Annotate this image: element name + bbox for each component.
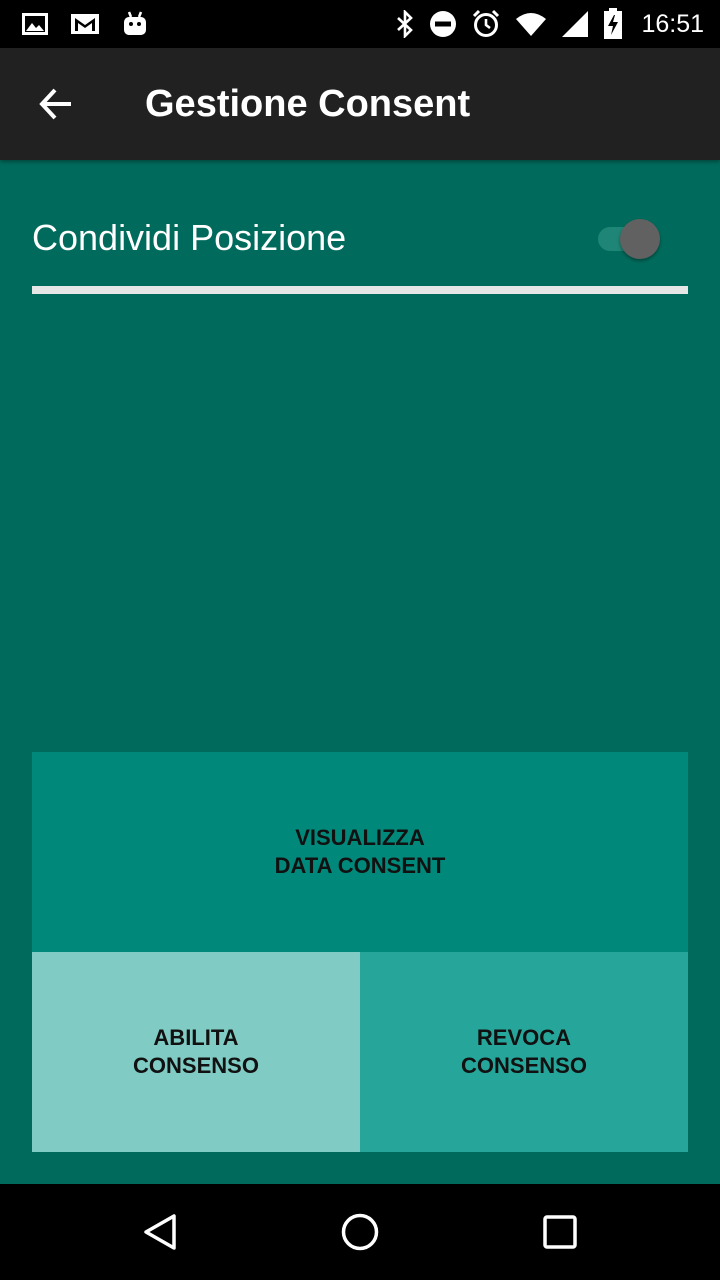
- wifi-icon: [515, 11, 547, 37]
- arrow-back-icon: [38, 86, 74, 122]
- share-location-row: Condividi Posizione: [32, 200, 688, 278]
- notification-icons: [22, 8, 148, 40]
- status-bar: 16:51: [0, 0, 720, 48]
- view-consent-date-label: VISUALIZZA DATA CONSENT: [274, 825, 446, 878]
- revoke-consent-label: REVOCA CONSENSO: [461, 1025, 587, 1078]
- page-title: Gestione Consent: [145, 83, 471, 125]
- enable-consent-button[interactable]: ABILITA CONSENSO: [32, 952, 360, 1152]
- alarm-icon: [471, 9, 501, 39]
- cellular-signal-icon: [561, 10, 589, 38]
- screen: 16:51 Gestione Consent Condividi Posizio…: [0, 0, 720, 1280]
- share-location-label: Condividi Posizione: [32, 217, 347, 258]
- revoke-consent-button[interactable]: REVOCA CONSENSO: [360, 952, 688, 1152]
- navigation-bar: [0, 1184, 720, 1280]
- recents-square-icon: [540, 1212, 580, 1252]
- nav-home-button[interactable]: [336, 1208, 384, 1256]
- do-not-disturb-icon: [429, 10, 457, 38]
- enable-consent-label: ABILITA CONSENSO: [133, 1025, 259, 1078]
- battery-charging-icon: [603, 8, 623, 40]
- status-time: 16:51: [641, 9, 704, 38]
- android-notification-icon: [122, 11, 148, 37]
- nav-back-button[interactable]: [136, 1208, 184, 1256]
- nav-recents-button[interactable]: [536, 1208, 584, 1256]
- back-button[interactable]: [24, 72, 88, 136]
- image-notification-icon: [22, 12, 48, 36]
- bluetooth-icon: [395, 10, 415, 38]
- back-triangle-icon: [140, 1212, 180, 1252]
- share-location-toggle[interactable]: [596, 218, 662, 260]
- divider: [32, 286, 688, 294]
- view-consent-date-button[interactable]: VISUALIZZA DATA CONSENT: [32, 752, 688, 952]
- system-status-icons: 16:51: [395, 8, 704, 40]
- app-bar: Gestione Consent: [0, 48, 720, 160]
- home-circle-icon: [340, 1212, 380, 1252]
- toggle-thumb: [620, 219, 660, 259]
- gmail-notification-icon: [70, 12, 100, 36]
